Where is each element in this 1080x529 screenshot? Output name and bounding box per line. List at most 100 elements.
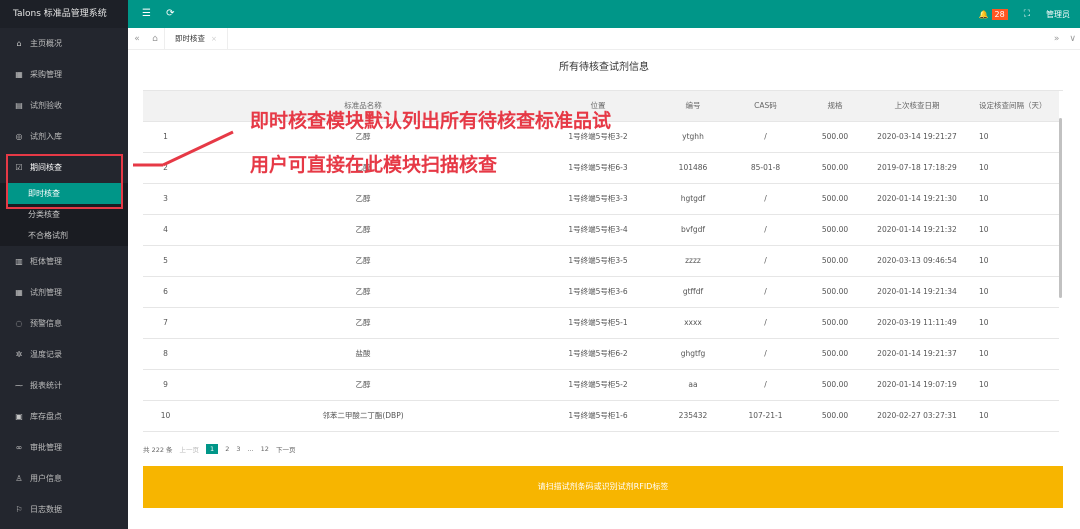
fullscreen-icon[interactable]: ⛶ [1024, 9, 1030, 19]
sidebar-item-label: 试剂验收 [30, 101, 62, 110]
table-row[interactable]: 11盐酸1号终端5号柜6-1fdggfg/500.002020-01-14 19… [143, 431, 1059, 436]
app-root: Talons 标准品管理系统 ⌂ 主页概况 ▦ 采购管理 ▤ 试剂验收 ◎ 试剂入库 ☑… [0, 0, 1080, 529]
cell-index: 6 [143, 276, 188, 308]
refresh-icon[interactable]: ⟳ [166, 8, 174, 19]
cell-location: 1号终端5号柜5-1 [538, 307, 658, 339]
sidebar-item-acceptance[interactable]: ▤ 试剂验收 [0, 90, 128, 121]
link-icon: ∞ [15, 443, 23, 452]
page-last-button[interactable]: 12 [261, 445, 269, 453]
cell-spec: 500.00 [803, 369, 867, 401]
table-row[interactable]: 10 邻苯二甲酸二丁酯(DBP) 1号终端5号柜1-6 235432 107-21-1 5… [143, 400, 1059, 432]
home-tab-icon[interactable]: ⌂ [146, 34, 164, 44]
sidebar-item-cabinet[interactable]: ▥ 柜体管理 [0, 246, 128, 277]
cell-cas: / [728, 276, 803, 308]
next-page-button[interactable]: 下一页 [276, 444, 296, 454]
table-row[interactable]: 7 乙醇 1号终端5号柜5-1 xxxx/500.00 2020-03-19 11:11… [143, 307, 1059, 339]
sidebar-item-reagent[interactable]: ▦ 试剂管理 [0, 277, 128, 308]
sidebar-item-report[interactable]: ⁓ 报表统计 [0, 370, 128, 401]
cell-last-check: 2020-02-27 03:27:31 [867, 400, 967, 432]
bell-icon[interactable]: 🔔 [979, 10, 989, 19]
cell-cas: / [728, 121, 803, 153]
brand-title: Talons 标准品管理系统 [0, 0, 128, 28]
col-header-interval[interactable]: 设定核查间隔（天） [967, 91, 1059, 122]
cell-last-check: 2020-01-14 19:21:37 [867, 338, 967, 370]
sidebar-item-label: 报表统计 [30, 381, 62, 390]
user-menu[interactable]: 管理员 [1046, 9, 1070, 20]
table-row[interactable]: 5 乙醇 1号终端5号柜3-5 zzzz/500.00 2020-03-13 09:46… [143, 245, 1059, 277]
cell-code: ghgtfg [658, 338, 728, 370]
cell-code: xxxx [658, 307, 728, 339]
col-header-code[interactable]: 编号 [658, 91, 728, 122]
table-row[interactable]: 8 盐酸 1号终端5号柜6-2 ghgtfg/500.00 2020-01-14 19:… [143, 338, 1059, 370]
page-2-button[interactable]: 2 [225, 445, 229, 453]
cell-spec: 500.00 [803, 245, 867, 277]
menu-toggle-icon[interactable]: ☰ [142, 8, 151, 19]
annotation-text-line2: 用户可直接在此模块扫描核查 [250, 154, 498, 176]
sidebar-item-label: 试剂管理 [30, 288, 62, 297]
cell-last-check: 2020-03-19 11:11:49 [867, 307, 967, 339]
page-3-button[interactable]: 3 [236, 445, 240, 453]
cell-location: 1号终端5号柜3-6 [538, 276, 658, 308]
sidebar-subitem-unqualified[interactable]: 不合格试剂 [0, 225, 128, 246]
table-row[interactable]: 3 乙醇 1号终端5号柜3-3 hgtgdf/500.00 2020-01-14 19:… [143, 183, 1059, 215]
page-1-button[interactable]: 1 [206, 444, 219, 454]
cell-cas: / [728, 369, 803, 401]
table-row[interactable]: 9 乙醇 1号终端5号柜5-2 aa/500.00 2020-01-14 19:07:1… [143, 369, 1059, 401]
cell-index: 11 [143, 431, 188, 436]
cell-name: 乙醇 [188, 307, 538, 339]
reagent-table: 标准品名称 位置 编号 CAS码 规格 上次核查日期 设定核查间隔（天） 1 乙醇… [143, 91, 1059, 436]
cell-code: bvfgdf [658, 214, 728, 246]
cell-name: 盐酸 [188, 431, 538, 436]
cell-interval: 10 [967, 400, 1059, 432]
cell-last-check: 2020-01-14 19:07:19 [867, 369, 967, 401]
cell-location: 1号终端5号柜6-2 [538, 338, 658, 370]
tab-label: 即时核查 [175, 34, 205, 43]
cell-index: 8 [143, 338, 188, 370]
cell-last-check: 2020-01-14 19:21:39 [867, 431, 967, 436]
sidebar-item-temperature[interactable]: ✲ 温度记录 [0, 339, 128, 370]
cell-interval: 10 [967, 183, 1059, 215]
col-header-spec[interactable]: 规格 [803, 91, 867, 122]
col-header-cas[interactable]: CAS码 [728, 91, 803, 122]
tab-scroll-left-icon[interactable]: « [128, 34, 146, 44]
table-row[interactable]: 4 乙醇 1号终端5号柜3-4 bvfgdf/500.00 2020-01-14 19:… [143, 214, 1059, 246]
cell-location: 1号终端5号柜6-3 [538, 152, 658, 184]
reagent-table-wrap: 标准品名称 位置 编号 CAS码 规格 上次核查日期 设定核查间隔（天） 1 乙醇… [143, 90, 1063, 436]
tab-scroll-right-icon[interactable]: » [1054, 34, 1060, 44]
cell-name: 乙醇 [188, 183, 538, 215]
col-header-last-check[interactable]: 上次核查日期 [867, 91, 967, 122]
cell-spec: 500.00 [803, 431, 867, 436]
sidebar-item-approval[interactable]: ∞ 审批管理 [0, 432, 128, 463]
sidebar-item-label: 库存盘点 [30, 412, 62, 421]
close-icon[interactable]: × [211, 35, 217, 43]
chevron-down-icon[interactable]: ∨ [1069, 34, 1076, 44]
sidebar-item-stock-in[interactable]: ◎ 试剂入库 [0, 121, 128, 152]
sidebar-item-warning[interactable]: ◌ 预警信息 [0, 308, 128, 339]
sidebar-item-user[interactable]: ♙ 用户信息 [0, 463, 128, 494]
cell-spec: 500.00 [803, 121, 867, 153]
sidebar-item-logs[interactable]: ⚐ 日志数据 [0, 494, 128, 525]
cell-code: ytghh [658, 121, 728, 153]
tab-instant-check[interactable]: 即时核查 × [164, 27, 228, 50]
notification-badge[interactable]: 28 [991, 8, 1008, 20]
cell-last-check: 2020-01-14 19:21:32 [867, 214, 967, 246]
prev-page-button[interactable]: 上一页 [180, 444, 200, 454]
cell-last-check: 2020-03-13 09:46:54 [867, 245, 967, 277]
cell-code: zzzz [658, 245, 728, 277]
table-row[interactable]: 6 乙醇 1号终端5号柜3-6 gtffdf/500.00 2020-01-14 19:… [143, 276, 1059, 308]
cell-interval: 10 [967, 338, 1059, 370]
sidebar-item-home[interactable]: ⌂ 主页概况 [0, 28, 128, 59]
cell-cas: / [728, 183, 803, 215]
sidebar-item-purchase[interactable]: ▦ 采购管理 [0, 59, 128, 90]
scan-prompt-bar[interactable]: 请扫描试剂条码或识别试剂RFID标签 [143, 466, 1063, 508]
user-icon: ♙ [15, 474, 23, 483]
sidebar-item-label: 采购管理 [30, 70, 62, 79]
cell-code: 101486 [658, 152, 728, 184]
cell-last-check: 2020-03-14 19:21:27 [867, 121, 967, 153]
cell-interval: 10 [967, 245, 1059, 277]
tab-bar: « ⌂ 即时核查 × » ∨ [128, 27, 1080, 50]
cell-spec: 500.00 [803, 307, 867, 339]
table-scrollbar[interactable] [1059, 118, 1062, 298]
sidebar-item-inventory[interactable]: ▣ 库存盘点 [0, 401, 128, 432]
cell-index: 5 [143, 245, 188, 277]
